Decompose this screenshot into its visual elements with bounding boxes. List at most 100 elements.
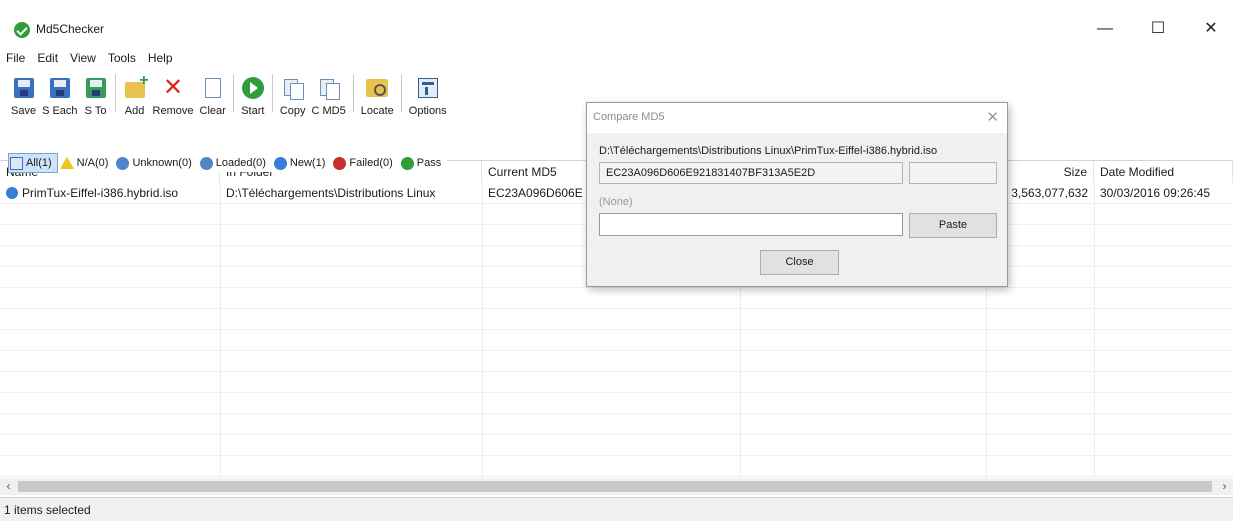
empty-row [0,351,1233,372]
empty-row [0,414,1233,435]
save-icon [12,76,36,100]
dialog-title: Compare MD5 [593,111,665,123]
scroll-left-icon[interactable]: ‹ [0,478,17,495]
options-button[interactable]: Options [406,70,450,150]
dialog-close-icon[interactable]: ✕ [986,107,999,129]
current-md5-field[interactable]: EC23A096D606E921831407BF313A5E2D [599,162,903,184]
paste-button[interactable]: Paste [909,213,997,238]
scroll-right-icon[interactable]: › [1216,478,1233,495]
toolbar-separator [352,74,354,112]
paste-md5-input[interactable] [599,213,903,236]
empty-row [0,456,1233,477]
warning-icon [59,157,74,169]
status-text: 1 items selected [4,503,91,517]
loaded-icon [199,156,213,170]
empty-row [0,330,1233,351]
row-date: 30/03/2016 09:26:45 [1100,186,1211,200]
copy-label: Copy [279,105,306,117]
save-to-label: S To [84,105,107,117]
failed-icon [333,156,347,170]
compare-md5-label: C MD5 [311,105,346,117]
filter-new[interactable]: New(1) [272,154,331,172]
filter-unknown-label: Unknown(0) [132,157,192,169]
maximize-button[interactable]: ☐ [1136,16,1180,42]
start-label: Start [241,105,265,117]
filter-loaded[interactable]: Loaded(0) [198,154,272,172]
start-button[interactable]: Start [238,70,268,150]
scroll-thumb[interactable] [18,481,1212,492]
menu-help[interactable]: Help [142,48,179,68]
remove-button[interactable]: ✕ Remove [150,70,197,150]
status-bar: 1 items selected [0,497,1233,521]
pass-icon [400,156,414,170]
compare-md5-icon [317,76,341,100]
filter-failed[interactable]: Failed(0) [331,154,398,172]
locate-label: Locate [360,105,394,117]
clear-button[interactable]: Clear [197,70,229,150]
save-each-icon [48,76,72,100]
unknown-icon [116,156,130,170]
empty-row [0,372,1233,393]
save-to-button[interactable]: S To [81,70,111,150]
filter-loaded-label: Loaded(0) [215,157,266,169]
filter-bar: All(1) N/A(0) Unknown(0) Loaded(0) New(1… [8,153,448,173]
filter-unknown[interactable]: Unknown(0) [114,154,197,172]
toolbar-separator [400,74,402,112]
menu-file[interactable]: File [0,48,31,68]
row-name-cell: PrimTux-Eiffel-i386.hybrid.iso [0,183,220,204]
compare-md5-dialog: Compare MD5 ✕ D:\Téléchargements\Distrib… [586,102,1008,287]
add-label: Add [124,105,145,117]
toolbar-separator [271,74,273,112]
empty-row [0,288,1233,309]
options-icon [416,76,440,100]
compare-result-field [909,162,997,184]
close-window-button[interactable]: ✕ [1189,16,1233,42]
add-button[interactable]: Add [120,70,150,150]
filter-pass[interactable]: Pass [399,154,447,172]
app-check-icon [14,22,30,38]
copy-button[interactable]: Copy [277,70,309,150]
clear-icon [201,76,225,100]
remove-label: Remove [152,105,194,117]
none-label: (None) [599,196,633,208]
filter-all-label: All(1) [26,157,52,169]
row-folder: D:\Téléchargements\Distributions Linux [226,186,436,200]
filter-pass-label: Pass [416,157,442,169]
save-button[interactable]: Save [8,70,39,150]
menu-tools[interactable]: Tools [102,48,142,68]
column-date-modified[interactable]: Date Modified [1094,161,1233,183]
menu-bar: File Edit View Tools Help [0,48,179,68]
filter-all[interactable]: All(1) [8,153,58,173]
filter-na[interactable]: N/A(0) [58,154,115,172]
dialog-title-bar: Compare MD5 ✕ [587,103,1007,133]
close-button[interactable]: Close [760,250,839,275]
toolbar-separator [114,74,116,112]
menu-edit[interactable]: Edit [31,48,64,68]
row-name: PrimTux-Eiffel-i386.hybrid.iso [22,186,179,200]
minimize-button[interactable]: — [1083,16,1127,42]
start-icon [241,76,265,100]
horizontal-scrollbar[interactable]: ‹ › [0,478,1233,495]
locate-icon [365,76,389,100]
save-label: Save [11,105,37,117]
toolbar: Save S Each S To Add ✕ Remove Clear Star… [8,70,450,150]
empty-row [0,435,1233,456]
save-each-button[interactable]: S Each [39,70,80,150]
menu-view[interactable]: View [64,48,102,68]
copy-icon [281,76,305,100]
filter-failed-label: Failed(0) [349,157,393,169]
empty-row [0,393,1233,414]
file-path-label: D:\Téléchargements\Distributions Linux\P… [599,145,938,157]
compare-md5-button[interactable]: C MD5 [309,70,349,150]
add-folder-icon [123,72,149,100]
empty-row [0,309,1233,330]
window-title: Md5Checker [36,22,105,36]
new-icon [273,156,287,170]
options-label: Options [408,105,447,117]
toolbar-separator [232,74,234,112]
filter-new-label: New(1) [289,157,326,169]
locate-button[interactable]: Locate [358,70,397,150]
remove-icon: ✕ [162,74,184,101]
all-icon [10,156,23,170]
save-each-label: S Each [42,105,78,117]
